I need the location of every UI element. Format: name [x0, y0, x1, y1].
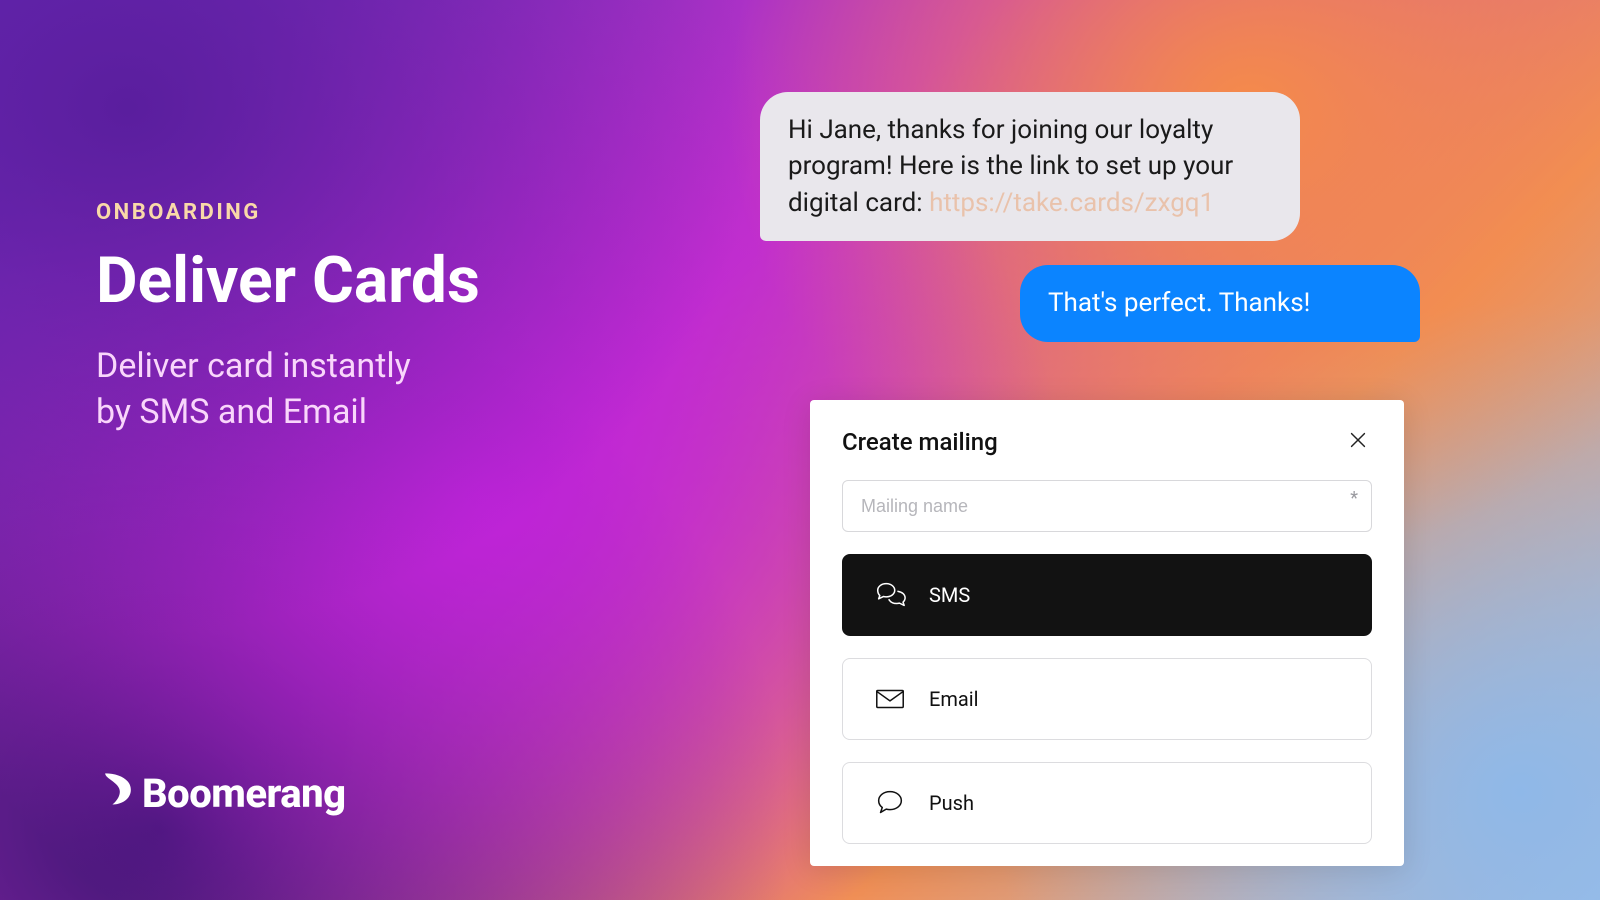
speech-bubble-icon	[873, 786, 907, 820]
option-email[interactable]: Email	[842, 658, 1372, 740]
subhead-line-2: by SMS and Email	[96, 392, 367, 432]
chat-preview: Hi Jane, thanks for joining our loyalty …	[760, 92, 1420, 366]
panel-title: Create mailing	[842, 428, 998, 456]
mailing-name-field[interactable]: *	[842, 480, 1372, 532]
boomerang-icon	[96, 766, 140, 820]
option-push[interactable]: Push	[842, 762, 1372, 844]
close-button[interactable]	[1344, 428, 1372, 456]
headline: Deliver Cards	[96, 247, 480, 314]
subheadline: Deliver card instantly by SMS and Email	[96, 344, 480, 436]
panel-header: Create mailing	[842, 428, 1372, 456]
option-email-label: Email	[929, 687, 979, 711]
envelope-icon	[873, 682, 907, 716]
option-push-label: Push	[929, 791, 974, 815]
required-indicator: *	[1350, 488, 1358, 509]
eyebrow-label: ONBOARDING	[96, 200, 480, 225]
chat-bubble-incoming: Hi Jane, thanks for joining our loyalty …	[760, 92, 1300, 241]
chat-bubble-outgoing: That's perfect. Thanks!	[1020, 265, 1420, 341]
option-sms-label: SMS	[929, 583, 970, 607]
mailing-name-input[interactable]	[842, 480, 1372, 532]
create-mailing-panel: Create mailing * SMS Emai	[810, 400, 1404, 866]
hero-copy: ONBOARDING Deliver Cards Deliver card in…	[96, 200, 480, 436]
outgoing-message-text: That's perfect. Thanks!	[1048, 288, 1310, 318]
chat-bubbles-icon	[873, 578, 907, 612]
incoming-message-link: https://take.cards/zxgq1	[929, 188, 1214, 218]
brand-name: Boomerang	[142, 770, 346, 817]
option-sms[interactable]: SMS	[842, 554, 1372, 636]
brand-logo: Boomerang	[96, 766, 346, 820]
subhead-line-1: Deliver card instantly	[96, 346, 411, 386]
close-icon	[1347, 429, 1369, 455]
